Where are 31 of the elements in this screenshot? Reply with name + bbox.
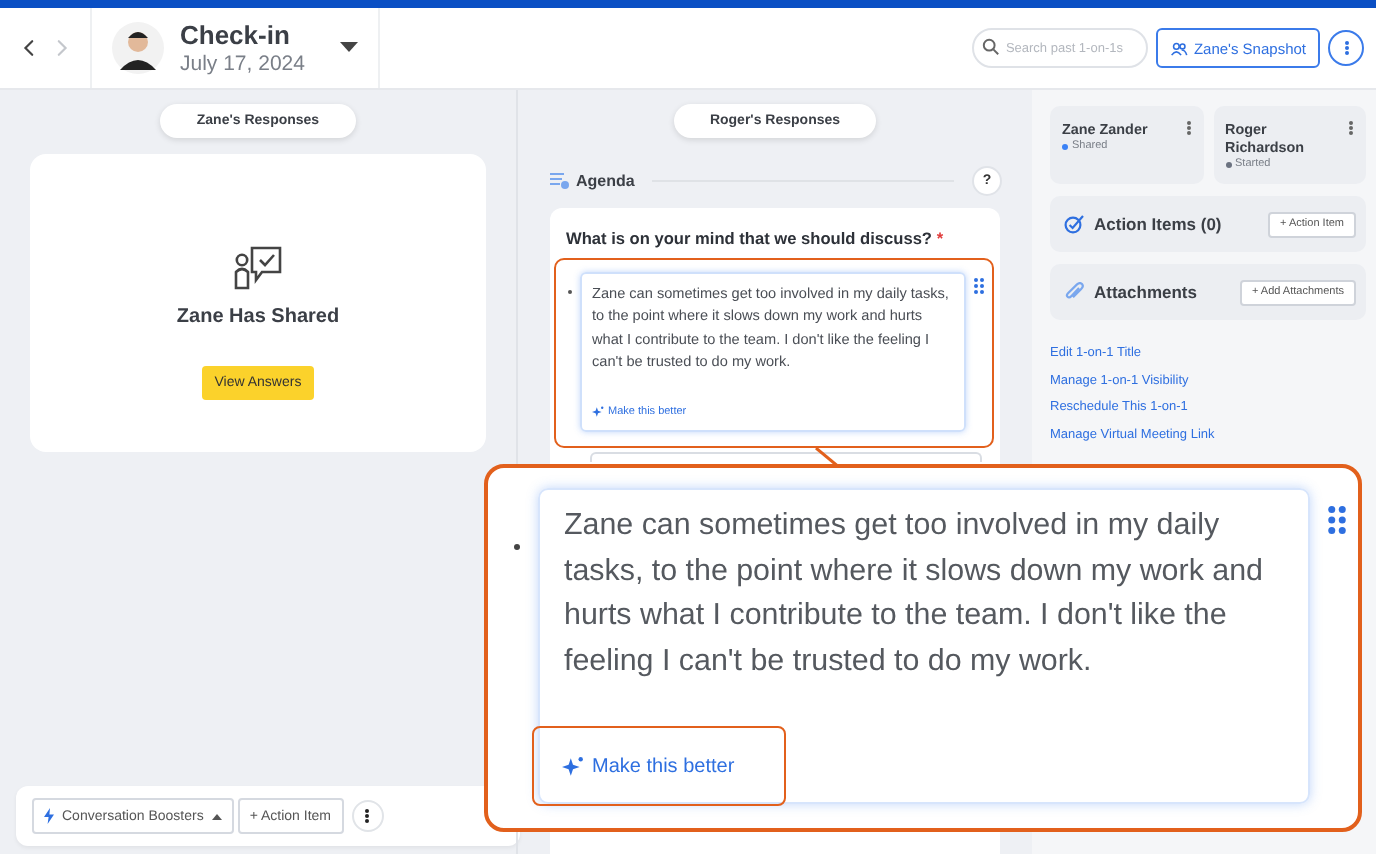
people-icon — [1169, 41, 1188, 55]
sparkle-icon — [562, 755, 584, 777]
meeting-date: July 17, 2024 — [180, 52, 305, 76]
section-title: Attachments — [1094, 282, 1199, 302]
paperclip-icon — [1064, 282, 1084, 302]
answer-field[interactable] — [580, 272, 966, 432]
section-title: Agenda — [576, 172, 635, 190]
search-icon — [981, 38, 1000, 56]
person-chat-icon — [232, 244, 284, 294]
avatar-icon — [112, 22, 164, 74]
make-better-button[interactable]: Make this better — [532, 726, 786, 806]
drag-handle-icon[interactable] — [1328, 506, 1346, 534]
back-icon[interactable] — [20, 34, 39, 62]
sparkle-icon — [592, 406, 604, 418]
drag-handle-icon[interactable] — [974, 278, 984, 294]
caret-icon — [211, 813, 222, 819]
bolt-icon — [44, 808, 54, 824]
bullet-icon — [514, 544, 520, 550]
kebab-icon — [364, 808, 370, 824]
kebab-icon[interactable] — [1185, 120, 1191, 136]
section-title: Action Items (0) — [1094, 214, 1224, 234]
question-text: What is on your mind that we should discuss? * — [566, 228, 946, 248]
meeting-title: Check-in — [180, 20, 292, 50]
answer-field[interactable] — [590, 452, 982, 462]
list-icon — [550, 172, 570, 190]
card-title: Zane Has Shared — [176, 306, 340, 328]
answer-field[interactable] — [538, 488, 1310, 804]
answer-text: Zane can sometimes get too involved in my daily tasks, to the point where it slows down my work and hurts what I contribute to the team. I don't like the feeling I can't be trusted to do my work. — [564, 506, 1265, 681]
kebab-icon — [1343, 40, 1349, 56]
caret-icon[interactable] — [340, 42, 359, 54]
kebab-icon[interactable] — [1348, 120, 1354, 136]
